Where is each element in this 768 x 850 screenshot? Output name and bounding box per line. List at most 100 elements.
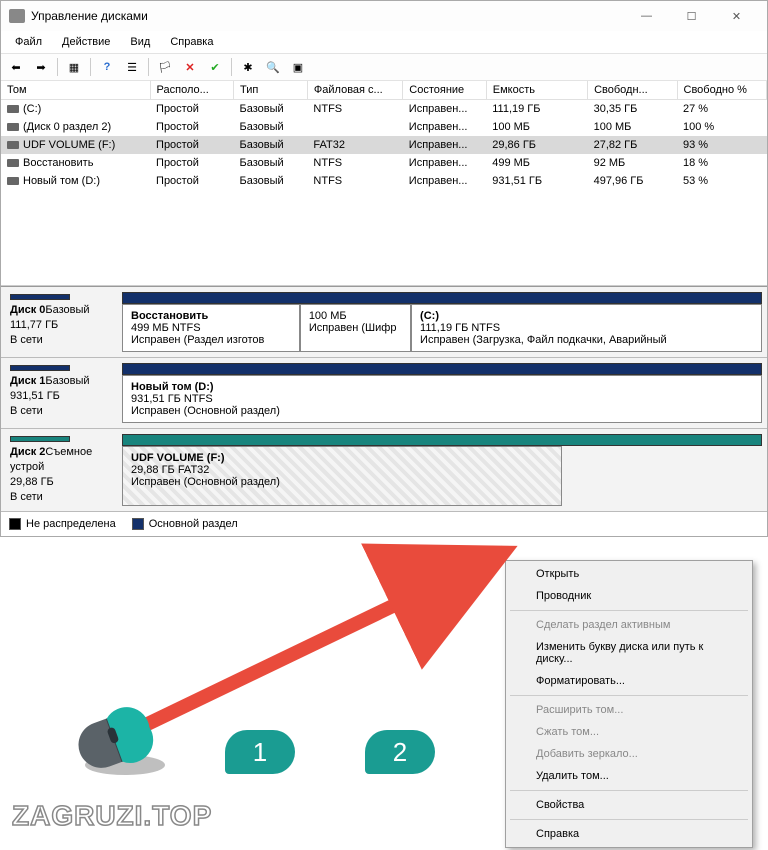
volume-row[interactable]: (Диск 0 раздел 2)ПростойБазовый Исправен.… xyxy=(1,118,767,136)
column-header[interactable]: Состояние xyxy=(403,81,486,100)
cell: Исправен... xyxy=(403,172,486,190)
cell: Базовый xyxy=(233,154,307,172)
window-controls: — ☐ ✕ xyxy=(624,1,759,31)
partition[interactable]: Восстановить499 МБ NTFSИсправен (Раздел … xyxy=(122,304,300,352)
cell: 92 МБ xyxy=(588,154,677,172)
cell xyxy=(307,118,402,136)
step-badge-2: 2 xyxy=(365,730,435,774)
cell: Простой xyxy=(150,172,233,190)
cell: Базовый xyxy=(233,136,307,154)
cell: Простой xyxy=(150,154,233,172)
table-empty-area xyxy=(1,190,767,285)
close-button[interactable]: ✕ xyxy=(714,1,759,31)
context-menu-item: Сжать том... xyxy=(508,721,750,743)
volume-table-wrap: ТомРасполо...ТипФайловая с...СостояниеЕм… xyxy=(1,81,767,286)
cell: FAT32 xyxy=(307,136,402,154)
check-button[interactable]: ✔ xyxy=(204,56,226,78)
option-button[interactable]: 🏳 xyxy=(154,56,176,78)
cell: 30,35 ГБ xyxy=(588,100,677,119)
forward-button[interactable]: ➡ xyxy=(30,56,52,78)
cell: Исправен... xyxy=(403,154,486,172)
cell: 499 МБ xyxy=(486,154,587,172)
color-strip xyxy=(122,363,762,375)
volume-row[interactable]: UDF VOLUME (F:)ПростойБазовыйFAT32Исправ… xyxy=(1,136,767,154)
partition[interactable]: (C:)111,19 ГБ NTFSИсправен (Загрузка, Фа… xyxy=(411,304,762,352)
volume-icon xyxy=(7,141,19,149)
cell: Базовый xyxy=(233,100,307,119)
disk-row: Диск 0Базовый111,77 ГБВ сетиВосстановить… xyxy=(1,287,767,358)
column-header[interactable]: Свободно % xyxy=(677,81,767,100)
cell: NTFS xyxy=(307,100,402,119)
column-header[interactable]: Файловая с... xyxy=(307,81,402,100)
column-header[interactable]: Свободн... xyxy=(588,81,677,100)
context-menu: ОткрытьПроводник Сделать раздел активнымИ… xyxy=(505,560,753,848)
partition[interactable]: Новый том (D:)931,51 ГБ NTFSИсправен (Ос… xyxy=(122,375,762,423)
separator xyxy=(231,58,232,76)
menu-view[interactable]: Вид xyxy=(120,33,160,51)
cell: Восстановить xyxy=(1,154,150,172)
volume-row[interactable]: (C:)ПростойБазовыйNTFSИсправен...111,19 … xyxy=(1,100,767,119)
column-header[interactable]: Тип xyxy=(233,81,307,100)
cell: Простой xyxy=(150,100,233,119)
color-strip xyxy=(122,434,762,446)
context-menu-item[interactable]: Проводник xyxy=(508,585,750,607)
window: Управление дисками — ☐ ✕ Файл Действие В… xyxy=(0,0,768,537)
context-menu-item[interactable]: Справка xyxy=(508,823,750,845)
disk-info: Диск 2Съемное устрой29,88 ГБВ сети xyxy=(6,434,116,506)
context-menu-item[interactable]: Удалить том... xyxy=(508,765,750,787)
context-menu-item[interactable]: Форматировать... xyxy=(508,670,750,692)
menu-file[interactable]: Файл xyxy=(5,33,52,51)
cell: Новый том (D:) xyxy=(1,172,150,190)
cell: Исправен... xyxy=(403,118,486,136)
step-badge-1: 1 xyxy=(225,730,295,774)
volume-row[interactable]: Новый том (D:)ПростойБазовыйNTFSИсправен… xyxy=(1,172,767,190)
settings-button[interactable]: ▣ xyxy=(287,56,309,78)
context-menu-item[interactable]: Открыть xyxy=(508,563,750,585)
menu-action[interactable]: Действие xyxy=(52,33,120,51)
menu-help[interactable]: Справка xyxy=(160,33,223,51)
menu-separator xyxy=(510,610,748,611)
context-menu-item: Сделать раздел активным xyxy=(508,614,750,636)
volume-icon xyxy=(7,177,19,185)
cell: 29,86 ГБ xyxy=(486,136,587,154)
partition-container: Восстановить499 МБ NTFSИсправен (Раздел … xyxy=(122,292,762,352)
context-menu-item[interactable]: Изменить букву диска или путь к диску... xyxy=(508,636,750,670)
context-menu-item: Добавить зеркало... xyxy=(508,743,750,765)
main-content: ТомРасполо...ТипФайловая с...СостояниеЕм… xyxy=(1,81,767,536)
disk-icon xyxy=(10,365,70,371)
column-header[interactable]: Том xyxy=(1,81,150,100)
cell: NTFS xyxy=(307,172,402,190)
context-menu-item: Расширить том... xyxy=(508,699,750,721)
search-button[interactable]: 🔍 xyxy=(262,56,284,78)
partition[interactable]: UDF VOLUME (F:)29,88 ГБ FAT32Исправен (О… xyxy=(122,446,562,506)
help-button[interactable]: ? xyxy=(96,56,118,78)
partition-boxes: Восстановить499 МБ NTFSИсправен (Раздел … xyxy=(122,304,762,352)
column-header[interactable]: Располо... xyxy=(150,81,233,100)
cell: (C:) xyxy=(1,100,150,119)
swatch-blue xyxy=(132,518,144,530)
legend-label: Основной раздел xyxy=(149,518,238,530)
cell: Простой xyxy=(150,118,233,136)
swatch-black xyxy=(9,518,21,530)
partition[interactable]: 100 МБИсправен (Шифр xyxy=(300,304,411,352)
minimize-button[interactable]: — xyxy=(624,1,669,31)
back-button[interactable]: ⬅ xyxy=(5,56,27,78)
partition-container: Новый том (D:)931,51 ГБ NTFSИсправен (Ос… xyxy=(122,363,762,423)
new-button[interactable]: ✱ xyxy=(237,56,259,78)
menu-separator xyxy=(510,819,748,820)
partition-boxes: Новый том (D:)931,51 ГБ NTFSИсправен (Ос… xyxy=(122,375,762,423)
views-button[interactable]: ☰ xyxy=(121,56,143,78)
delete-button[interactable]: ✕ xyxy=(179,56,201,78)
maximize-button[interactable]: ☐ xyxy=(669,1,714,31)
cell: Базовый xyxy=(233,118,307,136)
window-title: Управление дисками xyxy=(31,9,624,23)
cell: 100 МБ xyxy=(486,118,587,136)
view-button[interactable]: ▦ xyxy=(63,56,85,78)
context-menu-item[interactable]: Свойства xyxy=(508,794,750,816)
titlebar: Управление дисками — ☐ ✕ xyxy=(1,1,767,31)
column-header[interactable]: Емкость xyxy=(486,81,587,100)
color-strip xyxy=(122,292,762,304)
volume-row[interactable]: ВосстановитьПростойБазовыйNTFSИсправен..… xyxy=(1,154,767,172)
cell: (Диск 0 раздел 2) xyxy=(1,118,150,136)
volume-icon xyxy=(7,105,19,113)
